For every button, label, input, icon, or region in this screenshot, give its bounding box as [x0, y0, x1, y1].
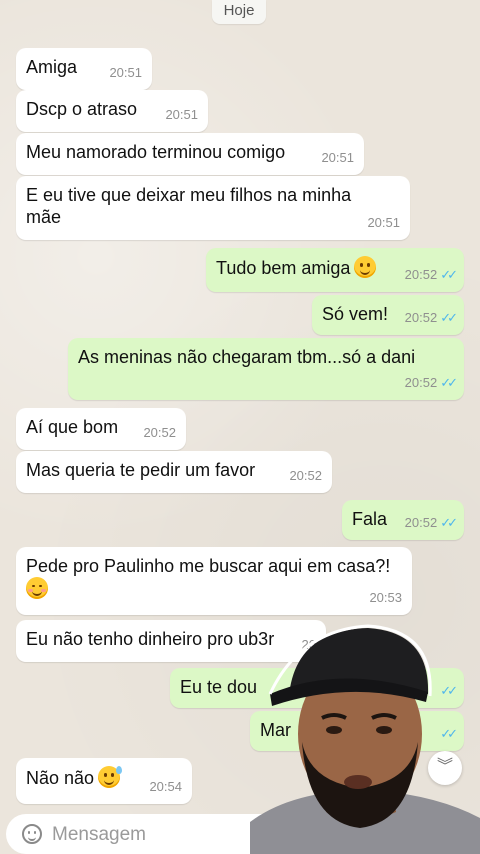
message-bubble[interactable]: Mas queria te pedir um favor 20:52: [16, 451, 332, 493]
streamer-webcam-overlay: [250, 622, 480, 854]
message-text: Só vem!: [322, 304, 389, 324]
read-receipt-icon: ✓✓: [440, 375, 458, 390]
message-time: 20:52: [404, 375, 438, 390]
message-bubble[interactable]: Aí que bom 20:52: [16, 408, 186, 450]
message-text: As meninas não chegaram tbm...só a dani: [78, 347, 416, 367]
message-time: 20:52: [404, 267, 438, 282]
message-text: Eu não tenho dinheiro pro ub3r: [26, 629, 275, 649]
message-text: Amiga: [26, 57, 78, 77]
message-text-line2: mãe: [26, 207, 62, 227]
message-text: Aí que bom: [26, 417, 119, 437]
message-bubble[interactable]: Não não 20:54: [16, 758, 192, 804]
message-time: 20:51: [321, 150, 354, 165]
message-time: 20:52: [404, 515, 438, 530]
message-text: Dscp o atraso: [26, 99, 138, 119]
message-time: 20:53: [369, 590, 402, 605]
message-bubble-sent[interactable]: As meninas não chegaram tbm...só a dani …: [68, 338, 464, 400]
message-bubble[interactable]: Pede pro Paulinho me buscar aqui em casa…: [16, 547, 412, 615]
message-input[interactable]: Mensagem: [52, 824, 146, 846]
message-text: E eu tive que deixar meu filhos na minha: [26, 185, 352, 205]
person-illustration: [250, 624, 480, 854]
date-chip: Hoje: [212, 0, 266, 24]
message-time: 20:52: [289, 468, 322, 483]
chat-area[interactable]: Hoje Amiga 20:51 Dscp o atraso 20:51 Meu…: [0, 0, 480, 854]
message-bubble[interactable]: Dscp o atraso 20:51: [16, 90, 208, 132]
message-bubble[interactable]: Meu namorado terminou comigo 20:51: [16, 133, 364, 175]
message-text: Pede pro Paulinho me buscar aqui em casa…: [26, 556, 391, 576]
message-bubble-sent[interactable]: Fala 20:52 ✓✓: [342, 500, 464, 540]
message-time: 20:52: [143, 425, 176, 440]
message-bubble[interactable]: Amiga 20:51: [16, 48, 152, 90]
message-time: 20:52: [404, 310, 438, 325]
message-time: 20:54: [149, 779, 182, 794]
message-time: 20:51: [165, 107, 198, 122]
message-text: Meu namorado terminou comigo: [26, 142, 286, 162]
read-receipt-icon: ✓✓: [440, 310, 458, 325]
message-bubble-sent[interactable]: Só vem! 20:52 ✓✓: [312, 295, 464, 335]
message-text: Tudo bem amiga: [216, 258, 351, 278]
read-receipt-icon: ✓✓: [440, 267, 458, 282]
message-text: Fala: [352, 509, 388, 529]
emoji-picker-icon[interactable]: [22, 824, 42, 844]
message-text: Não não: [26, 768, 95, 788]
grinning-sweat-face-icon: [98, 766, 123, 788]
blushing-face-icon: [26, 577, 48, 599]
read-receipt-icon: ✓✓: [440, 515, 458, 530]
message-time: 20:51: [109, 65, 142, 80]
message-time: 20:51: [367, 215, 400, 230]
message-bubble[interactable]: E eu tive que deixar meu filhos na minha…: [16, 176, 410, 240]
smiling-face-icon: [354, 256, 377, 278]
message-text: Mas queria te pedir um favor: [26, 460, 256, 480]
message-text: Eu te dou: [180, 677, 258, 697]
message-bubble-sent[interactable]: Tudo bem amiga 20:52 ✓✓: [206, 248, 464, 292]
